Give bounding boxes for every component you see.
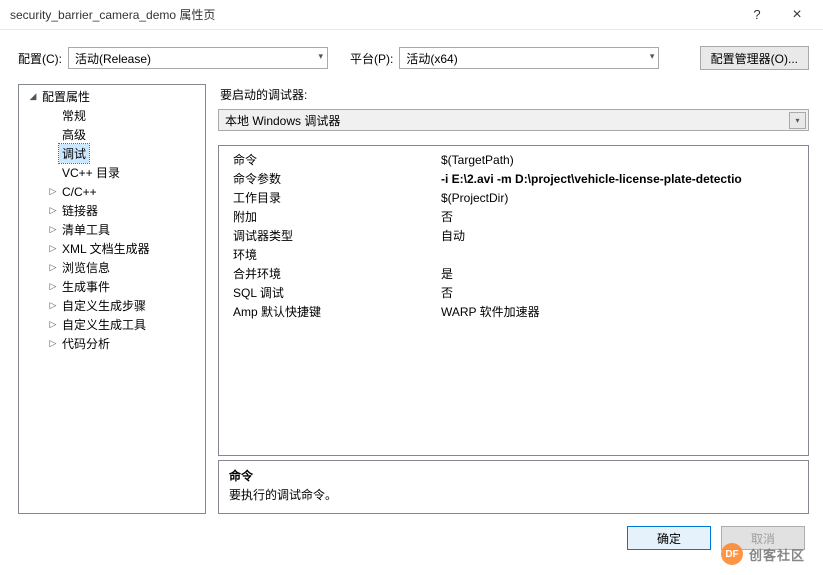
- grid-row[interactable]: SQL 调试否: [219, 283, 808, 302]
- tree-item[interactable]: ▷C/C++: [19, 182, 205, 201]
- footer: 确定 取消: [0, 514, 823, 550]
- tree-item[interactable]: ▷浏览信息: [19, 258, 205, 277]
- tree-item-label: C/C++: [59, 184, 100, 200]
- grid-value[interactable]: -i E:\2.avi -m D:\project\vehicle-licens…: [439, 172, 808, 186]
- tree-item-label: 生成事件: [59, 277, 113, 296]
- tree[interactable]: ◢ 配置属性 常规高级调试VC++ 目录▷C/C++▷链接器▷清单工具▷XML …: [18, 84, 206, 514]
- triangle-right-icon[interactable]: ▷: [47, 262, 59, 273]
- close-button[interactable]: ×: [777, 6, 817, 24]
- triangle-right-icon[interactable]: ▷: [47, 319, 59, 330]
- grid-label: Amp 默认快捷键: [219, 303, 439, 320]
- tree-item[interactable]: ▷XML 文档生成器: [19, 239, 205, 258]
- grid-label: 合并环境: [219, 265, 439, 282]
- tree-item-label: 浏览信息: [59, 258, 113, 277]
- tree-item[interactable]: 常规: [19, 106, 205, 125]
- config-value: 活动(Release): [75, 50, 151, 67]
- tree-root[interactable]: ◢ 配置属性: [19, 87, 205, 106]
- watermark-badge: DF: [721, 543, 743, 565]
- grid-value[interactable]: 否: [439, 208, 808, 225]
- grid-row[interactable]: 环境: [219, 245, 808, 264]
- tree-item-label: 高级: [59, 125, 89, 144]
- grid-value[interactable]: 否: [439, 284, 808, 301]
- tree-item-label: VC++ 目录: [59, 163, 123, 182]
- triangle-down-icon[interactable]: ◢: [27, 91, 39, 102]
- grid-value[interactable]: 自动: [439, 227, 808, 244]
- watermark: DF 创客社区: [721, 543, 805, 565]
- grid-label: 环境: [219, 246, 439, 263]
- grid-label: 附加: [219, 208, 439, 225]
- platform-value: 活动(x64): [406, 50, 457, 67]
- grid-row[interactable]: Amp 默认快捷键WARP 软件加速器: [219, 302, 808, 321]
- description-title: 命令: [229, 467, 798, 484]
- description-body: 要执行的调试命令。: [229, 486, 798, 503]
- grid-value[interactable]: WARP 软件加速器: [439, 303, 808, 320]
- triangle-right-icon[interactable]: ▷: [47, 243, 59, 254]
- grid-value[interactable]: $(ProjectDir): [439, 191, 808, 205]
- toolbar: 配置(C): 活动(Release) ▾ 平台(P): 活动(x64) ▾ 配置…: [0, 30, 823, 84]
- tree-item[interactable]: ▷清单工具: [19, 220, 205, 239]
- config-combo[interactable]: 活动(Release) ▾: [68, 47, 328, 69]
- debugger-label: 要启动的调试器:: [218, 84, 809, 105]
- debugger-combo[interactable]: 本地 Windows 调试器 ▾: [218, 109, 809, 131]
- window-title: security_barrier_camera_demo 属性页: [10, 6, 737, 23]
- platform-combo[interactable]: 活动(x64) ▾: [399, 47, 659, 69]
- tree-item[interactable]: VC++ 目录: [19, 163, 205, 182]
- grid-row[interactable]: 命令参数-i E:\2.avi -m D:\project\vehicle-li…: [219, 169, 808, 188]
- tree-item[interactable]: ▷代码分析: [19, 334, 205, 353]
- chevron-down-icon: ▾: [318, 51, 323, 62]
- grid-label: 调试器类型: [219, 227, 439, 244]
- grid-row[interactable]: 合并环境是: [219, 264, 808, 283]
- grid-row[interactable]: 调试器类型自动: [219, 226, 808, 245]
- grid-label: 工作目录: [219, 189, 439, 206]
- config-manager-button[interactable]: 配置管理器(O)...: [700, 46, 809, 70]
- description-pane: 命令 要执行的调试命令。: [218, 460, 809, 514]
- grid-value[interactable]: $(TargetPath): [439, 153, 808, 167]
- tree-item-label: 常规: [59, 106, 89, 125]
- tree-item-label: 自定义生成工具: [59, 315, 149, 334]
- triangle-right-icon[interactable]: ▷: [47, 338, 59, 349]
- grid-row[interactable]: 附加否: [219, 207, 808, 226]
- tree-item[interactable]: ▷生成事件: [19, 277, 205, 296]
- grid-label: 命令: [219, 151, 439, 168]
- chevron-down-icon: ▾: [650, 51, 655, 62]
- help-button[interactable]: ?: [737, 7, 777, 22]
- titlebar: security_barrier_camera_demo 属性页 ? ×: [0, 0, 823, 30]
- tree-item-label: 自定义生成步骤: [59, 296, 149, 315]
- chevron-down-icon[interactable]: ▾: [789, 112, 806, 129]
- ok-label: 确定: [657, 530, 681, 547]
- tree-item[interactable]: ▷自定义生成工具: [19, 315, 205, 334]
- debugger-value: 本地 Windows 调试器: [225, 112, 340, 129]
- grid-row[interactable]: 命令$(TargetPath): [219, 150, 808, 169]
- watermark-text: 创客社区: [749, 545, 805, 564]
- config-manager-label: 配置管理器(O)...: [711, 50, 798, 67]
- grid-row[interactable]: 工作目录$(ProjectDir): [219, 188, 808, 207]
- tree-item-label: 链接器: [59, 201, 101, 220]
- tree-item[interactable]: ▷自定义生成步骤: [19, 296, 205, 315]
- right-pane: 要启动的调试器: 本地 Windows 调试器 ▾ 命令$(TargetPath…: [218, 84, 809, 514]
- triangle-right-icon[interactable]: ▷: [47, 281, 59, 292]
- grid-value[interactable]: 是: [439, 265, 808, 282]
- tree-item-label: 代码分析: [59, 334, 113, 353]
- triangle-right-icon[interactable]: ▷: [47, 300, 59, 311]
- triangle-right-icon[interactable]: ▷: [47, 205, 59, 216]
- property-grid[interactable]: 命令$(TargetPath)命令参数-i E:\2.avi -m D:\pro…: [218, 145, 809, 456]
- body: ◢ 配置属性 常规高级调试VC++ 目录▷C/C++▷链接器▷清单工具▷XML …: [0, 84, 823, 514]
- tree-item[interactable]: ▷链接器: [19, 201, 205, 220]
- tree-root-label: 配置属性: [39, 87, 93, 106]
- ok-button[interactable]: 确定: [627, 526, 711, 550]
- tree-item[interactable]: 高级: [19, 125, 205, 144]
- platform-label: 平台(P):: [350, 50, 393, 67]
- grid-label: SQL 调试: [219, 284, 439, 301]
- tree-item[interactable]: 调试: [19, 144, 205, 163]
- grid-label: 命令参数: [219, 170, 439, 187]
- config-label: 配置(C):: [18, 50, 62, 67]
- tree-item-label: 清单工具: [59, 220, 113, 239]
- triangle-right-icon[interactable]: ▷: [47, 224, 59, 235]
- tree-item-label: 调试: [59, 144, 89, 163]
- tree-item-label: XML 文档生成器: [59, 239, 153, 258]
- triangle-right-icon[interactable]: ▷: [47, 186, 59, 197]
